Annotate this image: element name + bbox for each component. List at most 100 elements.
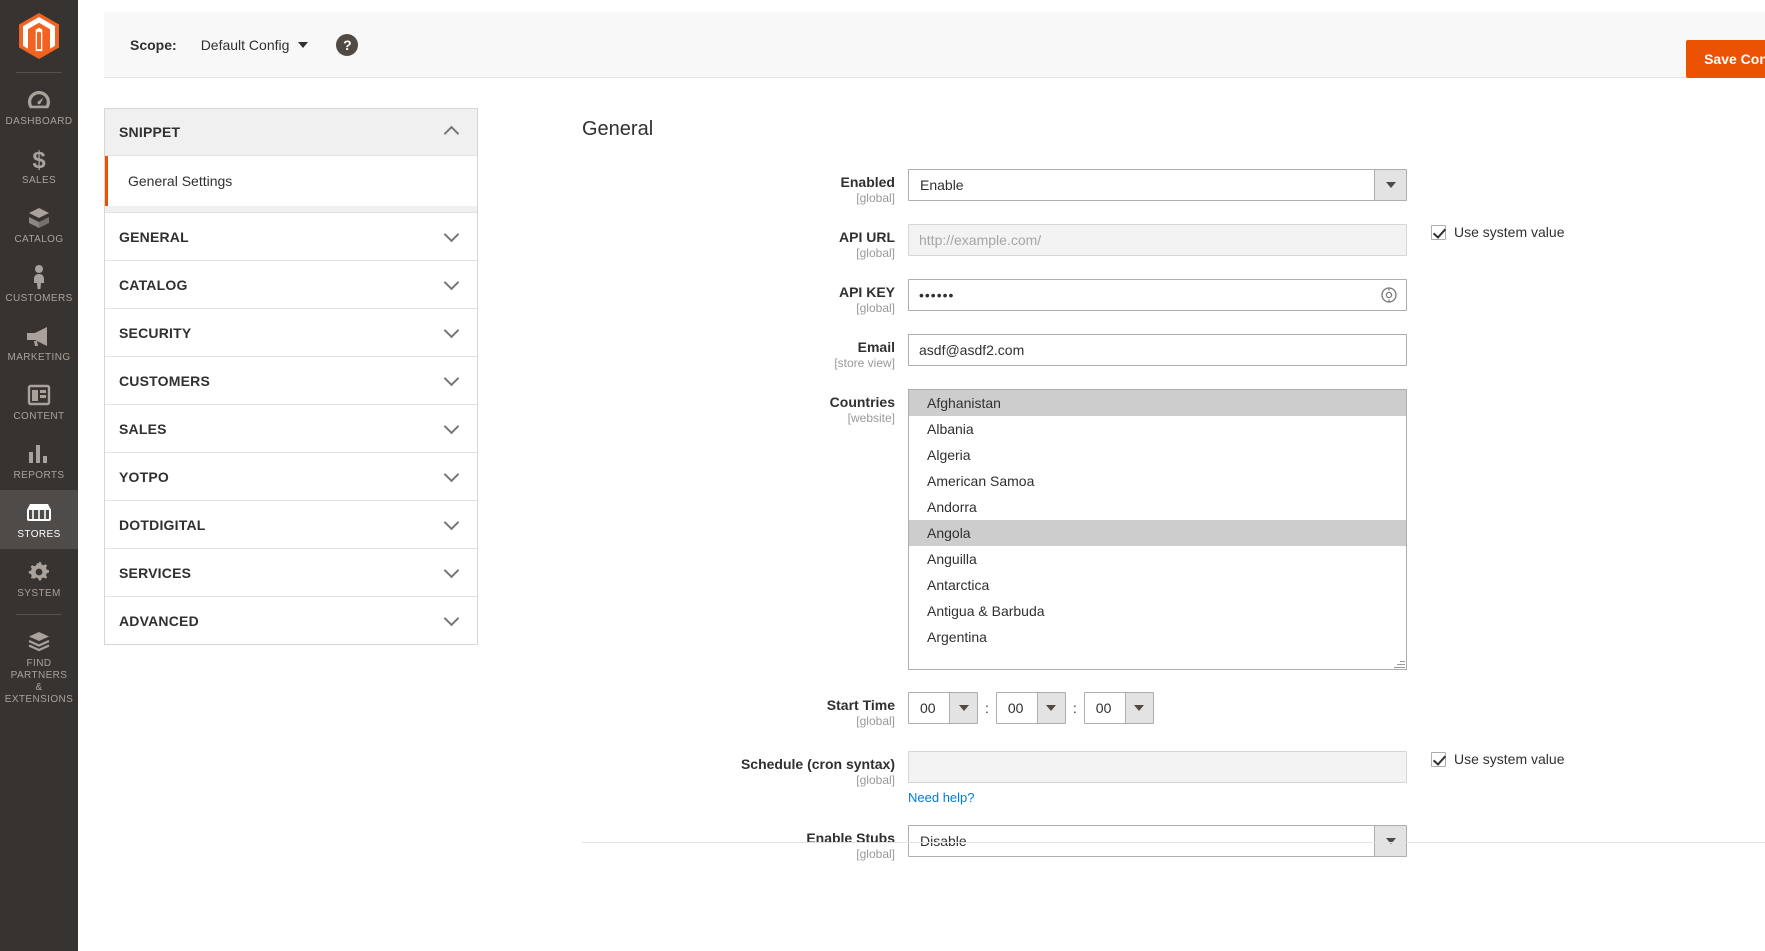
api-key-input[interactable] xyxy=(908,279,1407,311)
enabled-select[interactable]: Enable xyxy=(908,169,1407,201)
sidebar-item-catalog[interactable]: CATALOG xyxy=(0,195,78,254)
sidebar-item-content[interactable]: CONTENT xyxy=(0,372,78,431)
stores-icon xyxy=(24,499,54,527)
enable-stubs-select[interactable]: Disable xyxy=(908,825,1407,857)
section-divider xyxy=(582,842,1765,843)
config-section-title: YOTPO xyxy=(119,468,170,485)
sidebar-item-customers[interactable]: CUSTOMERS xyxy=(0,254,78,313)
field-label-enable-stubs: Enable Stubs [global] xyxy=(502,825,908,862)
use-system-value-label: Use system value xyxy=(1454,224,1565,240)
sidebar-item-sales[interactable]: $ SALES xyxy=(0,136,78,195)
time-separator: : xyxy=(1072,700,1077,716)
api-url-use-system-value[interactable]: Use system value xyxy=(1431,224,1564,240)
email-field[interactable] xyxy=(908,334,1407,366)
scope-selector[interactable]: Default Config xyxy=(201,37,309,53)
config-section-header-snippet[interactable]: SNIPPET xyxy=(105,109,477,156)
list-item[interactable]: Algeria xyxy=(909,442,1406,468)
config-section-header-advanced[interactable]: ADVANCED xyxy=(105,597,477,644)
chevron-down-icon xyxy=(443,562,460,578)
system-icon xyxy=(24,558,54,586)
chevron-down-icon xyxy=(443,226,460,242)
sidebar-item-dashboard[interactable]: DASHBOARD xyxy=(0,77,78,136)
start-time-minutes-select[interactable]: 00 xyxy=(995,692,1066,724)
sidebar-item-stores[interactable]: STORES xyxy=(0,490,78,549)
start-time-minutes-value: 00 xyxy=(1007,700,1024,716)
schedule-input-row: Use system value xyxy=(908,751,1765,783)
start-time-hours-select[interactable]: 00 xyxy=(908,692,978,724)
list-item[interactable]: Angola xyxy=(909,520,1406,546)
field-control-schedule: Use system value Need help? xyxy=(908,751,1765,807)
sidebar-item-label: REPORTS xyxy=(13,470,65,481)
chevron-down-icon xyxy=(1374,170,1406,200)
catalog-icon xyxy=(24,204,54,232)
field-scope-text: [global] xyxy=(856,246,895,260)
start-time-hours-value: 00 xyxy=(920,700,936,716)
checkbox-icon[interactable] xyxy=(1431,751,1446,767)
countries-multiselect[interactable]: Afghanistan Albania Algeria American Sam… xyxy=(908,389,1407,670)
sidebar-item-label: MARKETING xyxy=(7,352,71,363)
field-label-text: Schedule (cron syntax) xyxy=(740,756,895,772)
api-key-wrapper xyxy=(908,279,1407,311)
field-scope-text: [store view] xyxy=(834,356,895,370)
config-section-header-yotpo[interactable]: YOTPO xyxy=(105,453,477,500)
resize-handle[interactable] xyxy=(1393,656,1406,669)
sidebar-item-reports[interactable]: REPORTS xyxy=(0,431,78,490)
config-subitem-list: General Settings xyxy=(105,156,477,212)
field-label-start-time: Start Time [global] xyxy=(502,692,908,729)
enable-stubs-select-value: Disable xyxy=(920,833,967,849)
list-item[interactable]: Andorra xyxy=(909,494,1406,520)
dashboard-icon xyxy=(24,86,54,114)
config-subitem-general-settings[interactable]: General Settings xyxy=(105,156,477,206)
field-scope-text: [global] xyxy=(856,714,895,728)
eye-icon[interactable] xyxy=(1379,285,1399,305)
schedule-use-system-value[interactable]: Use system value xyxy=(1431,751,1564,767)
chevron-down-icon xyxy=(1124,693,1153,723)
list-item[interactable]: Afghanistan xyxy=(909,390,1406,416)
config-section-catalog: CATALOG xyxy=(105,261,477,309)
field-scope-text: [global] xyxy=(856,773,895,787)
start-time-seconds-select[interactable]: 00 xyxy=(1083,692,1154,724)
config-section-header-general[interactable]: GENERAL xyxy=(105,213,477,260)
chevron-down-icon xyxy=(1036,693,1065,723)
checkbox-icon[interactable] xyxy=(1431,224,1446,240)
config-section-header-dotdigital[interactable]: DOTDIGITAL xyxy=(105,501,477,548)
need-help-link[interactable]: Need help? xyxy=(908,790,975,805)
list-item[interactable]: Antarctica xyxy=(909,572,1406,598)
save-config-button[interactable]: Save Config xyxy=(1686,40,1765,78)
field-scope-text: [website] xyxy=(847,411,895,425)
question-mark-icon[interactable]: ? xyxy=(336,33,359,56)
config-section-title: GENERAL xyxy=(119,228,189,245)
schedule-cron-input[interactable] xyxy=(908,751,1407,783)
sidebar-item-marketing[interactable]: MARKETING xyxy=(0,313,78,372)
marketing-icon xyxy=(24,322,54,350)
sidebar-item-label: CONTENT xyxy=(13,411,65,422)
config-section-title: CUSTOMERS xyxy=(119,372,210,389)
config-section-header-catalog[interactable]: CATALOG xyxy=(105,261,477,308)
list-item[interactable]: Albania xyxy=(909,416,1406,442)
config-section-header-customers[interactable]: CUSTOMERS xyxy=(105,357,477,404)
sidebar-item-label: STORES xyxy=(17,529,61,540)
field-label-countries: Countries [website] xyxy=(502,389,908,426)
field-label-text: Email xyxy=(857,339,895,355)
list-item[interactable]: American Samoa xyxy=(909,468,1406,494)
nav-divider-bottom xyxy=(16,614,62,615)
field-label-schedule: Schedule (cron syntax) [global] xyxy=(502,751,908,788)
config-section-header-security[interactable]: SECURITY xyxy=(105,309,477,356)
list-item[interactable]: Anguilla xyxy=(909,546,1406,572)
field-row-enabled: Enabled [global] Enable xyxy=(502,169,1765,206)
field-label-text: Countries xyxy=(829,394,895,410)
field-scope-text: [global] xyxy=(856,301,895,315)
field-control-enabled: Enable xyxy=(908,169,1765,201)
field-row-enable-stubs: Enable Stubs [global] Disable xyxy=(502,825,1765,862)
list-item[interactable]: Antigua & Barbuda xyxy=(909,598,1406,624)
sidebar-item-find-partners[interactable]: FIND PARTNERS & EXTENSIONS xyxy=(0,619,78,714)
settings-form: General Enabled [global] Enable API URL … xyxy=(502,100,1765,951)
list-item[interactable]: Argentina xyxy=(909,624,1406,650)
config-section-header-sales[interactable]: SALES xyxy=(105,405,477,452)
sidebar-item-label: CUSTOMERS xyxy=(5,293,73,304)
magento-logo[interactable] xyxy=(0,0,78,72)
config-section-header-services[interactable]: SERVICES xyxy=(105,549,477,596)
sidebar-item-system[interactable]: SYSTEM xyxy=(0,549,78,608)
field-row-countries: Countries [website] Afghanistan Albania … xyxy=(502,389,1765,670)
api-url-input[interactable] xyxy=(908,224,1407,256)
